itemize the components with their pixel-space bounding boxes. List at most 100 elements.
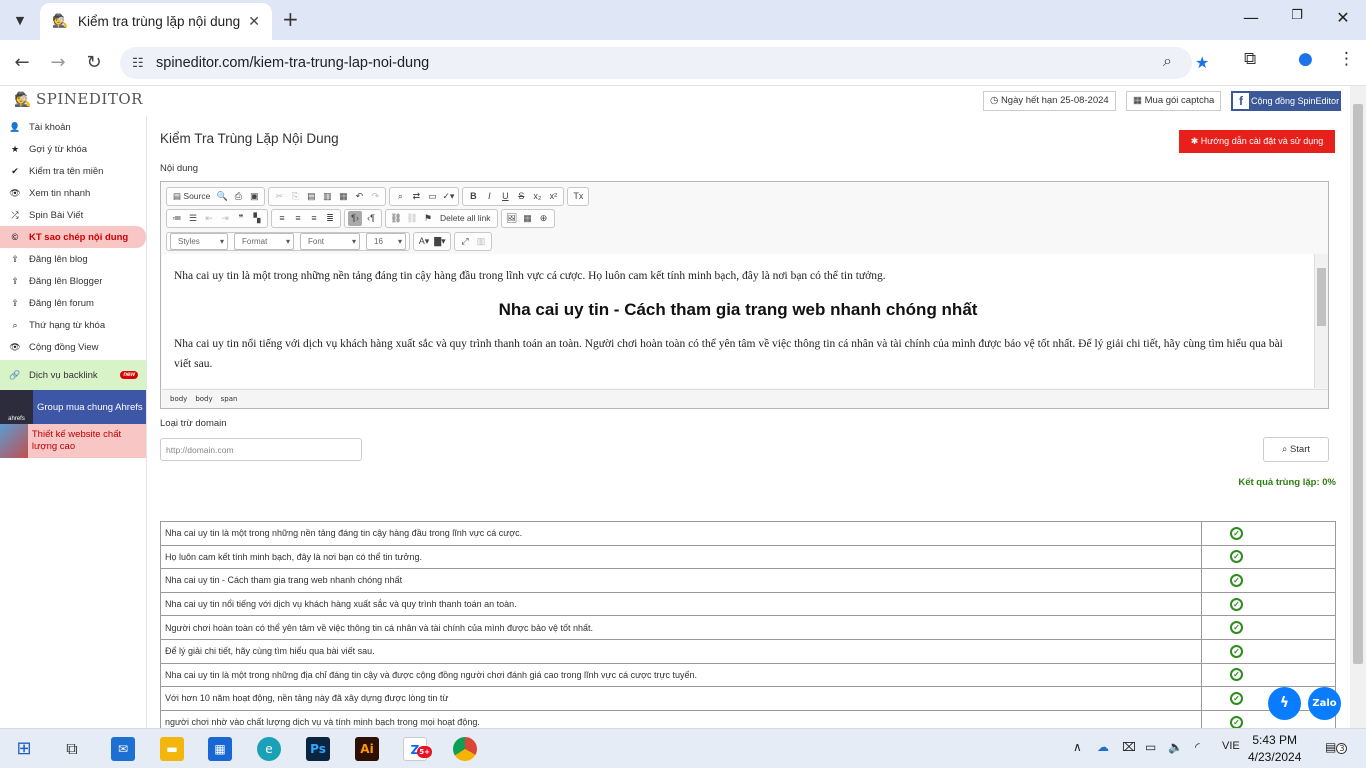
superscript-icon[interactable]: x²: [546, 189, 560, 204]
sidebar-item[interactable]: ⇪ Đăng lên forum: [0, 292, 146, 314]
spellcheck-icon[interactable]: ✓▾: [441, 189, 455, 204]
menu-icon[interactable]: ⋮: [1338, 49, 1355, 69]
table-icon[interactable]: ▦: [521, 211, 535, 226]
copy-icon[interactable]: ⎘: [288, 189, 302, 204]
sidebar-item[interactable]: 👁 Cộng đồng View: [0, 336, 146, 358]
device-icon[interactable]: ⌧: [1122, 740, 1136, 754]
redo-icon[interactable]: ↷: [368, 189, 382, 204]
browser-tab[interactable]: 🕵 Kiểm tra trùng lặp nội dung ✕: [40, 3, 272, 40]
url-field[interactable]: ☷ spineditor.com/kiem-tra-trung-lap-noi-…: [120, 47, 1209, 79]
image-icon[interactable]: 🖼: [505, 211, 519, 226]
italic-icon[interactable]: I: [482, 189, 496, 204]
wifi-icon[interactable]: ◜: [1195, 740, 1200, 754]
indent-icon[interactable]: ⇥: [218, 211, 232, 226]
undo-icon[interactable]: ↶: [352, 189, 366, 204]
sidebar-item[interactable]: 👤 Tài khoản: [0, 116, 146, 138]
preview-icon[interactable]: 🔍: [215, 189, 229, 204]
zalo-icon[interactable]: Zalo: [1308, 687, 1341, 720]
zoom-icon[interactable]: ⌕: [1163, 53, 1172, 71]
blockquote-icon[interactable]: ❞: [234, 211, 248, 226]
align-center-icon[interactable]: ≡: [291, 211, 305, 226]
globe-icon[interactable]: ⊕: [537, 211, 551, 226]
path-item[interactable]: body: [195, 395, 212, 403]
restore-icon[interactable]: ❐: [1282, 8, 1312, 23]
remove-format-icon[interactable]: Tx: [571, 189, 585, 204]
bold-icon[interactable]: B: [466, 189, 480, 204]
cut-icon[interactable]: ✂: [272, 189, 286, 204]
rtl-icon[interactable]: ‹¶: [364, 211, 378, 226]
sidebar-item[interactable]: ⇪ Đăng lên blog: [0, 248, 146, 270]
align-right-icon[interactable]: ≡: [307, 211, 321, 226]
bg-color-icon[interactable]: ▇▾: [433, 234, 447, 249]
photoshop-icon[interactable]: Ps: [306, 737, 330, 761]
editor-scrollbar[interactable]: [1314, 254, 1328, 388]
sidebar-item[interactable]: © KT sao chép nội dung: [0, 226, 146, 248]
sidebar-item[interactable]: ⇪ Đăng lên Blogger: [0, 270, 146, 292]
anchor-icon[interactable]: ⚑: [421, 211, 435, 226]
minimize-icon[interactable]: —: [1236, 8, 1266, 27]
justify-icon[interactable]: ≣: [323, 211, 337, 226]
forward-icon[interactable]: →: [45, 50, 71, 76]
sidebar-item[interactable]: ✔ Kiểm tra tên miền: [0, 160, 146, 182]
clock[interactable]: 5:43 PM 4/23/2024: [1248, 732, 1301, 766]
zalo-app-icon[interactable]: Z 5+: [403, 737, 432, 761]
path-item[interactable]: body: [170, 395, 187, 403]
align-left-icon[interactable]: ≡: [275, 211, 289, 226]
path-item[interactable]: span: [221, 395, 238, 403]
text-color-icon[interactable]: A▾: [417, 234, 431, 249]
sidebar-item[interactable]: ⌕ Thứ hạng từ khóa: [0, 314, 146, 336]
battery-icon[interactable]: ▭: [1145, 740, 1156, 754]
profile-icon[interactable]: ●: [1298, 49, 1313, 69]
domain-input[interactable]: http://domain.com: [160, 438, 362, 461]
volume-icon[interactable]: 🔈: [1168, 740, 1183, 754]
window-close-icon[interactable]: ✕: [1328, 8, 1358, 27]
start-button[interactable]: ⌕ Start: [1263, 437, 1329, 462]
paste-word-icon[interactable]: ▦: [336, 189, 350, 204]
editor-content-area[interactable]: Nha cai uy tin là một trong những nền tả…: [162, 254, 1314, 388]
task-view-icon[interactable]: ⧉: [60, 737, 84, 761]
templates-icon[interactable]: ▣: [247, 189, 261, 204]
site-settings-icon[interactable]: ☷: [132, 55, 144, 71]
font-select[interactable]: Font: [300, 232, 360, 250]
underline-icon[interactable]: U: [498, 189, 512, 204]
source-button[interactable]: ▤ Source: [170, 189, 213, 204]
page-scrollbar[interactable]: [1350, 86, 1366, 728]
language-indicator[interactable]: VIE: [1222, 740, 1240, 752]
strike-icon[interactable]: S: [514, 189, 528, 204]
mail-icon[interactable]: ✉: [111, 737, 135, 761]
print-icon[interactable]: ⎙: [231, 189, 245, 204]
sidebar-item-ahrefs[interactable]: ahrefs Group mua chung Ahrefs: [0, 390, 146, 424]
ltr-icon[interactable]: ¶›: [348, 210, 362, 226]
store-icon[interactable]: ▦: [208, 737, 232, 761]
sidebar-item-backlink[interactable]: 🔗 Dịch vụ backlink new: [0, 360, 146, 390]
buy-captcha-button[interactable]: ▦ Mua gói captcha: [1126, 91, 1222, 111]
chrome-icon[interactable]: [453, 737, 477, 761]
edge-icon[interactable]: e: [257, 737, 281, 761]
facebook-community-button[interactable]: f Cộng đồng SpinEditor: [1231, 91, 1341, 111]
sidebar-item[interactable]: 👁 Xem tin nhanh: [0, 182, 146, 204]
size-select[interactable]: 16: [366, 232, 406, 250]
extensions-icon[interactable]: ⧉: [1244, 49, 1256, 69]
reload-icon[interactable]: ↻: [81, 50, 107, 76]
replace-icon[interactable]: ⇄: [409, 189, 423, 204]
back-icon[interactable]: ←: [9, 50, 35, 76]
tab-close-icon[interactable]: ✕: [248, 14, 260, 30]
sidebar-item-website-design[interactable]: Thiết kế website chất lượng cao: [0, 424, 146, 458]
styles-select[interactable]: Styles: [170, 232, 228, 250]
messenger-icon[interactable]: ϟ: [1268, 687, 1301, 720]
notification-icon[interactable]: ▤ 3: [1325, 740, 1348, 754]
select-all-icon[interactable]: ▭: [425, 189, 439, 204]
new-tab-icon[interactable]: +: [282, 8, 299, 30]
format-select[interactable]: Format: [234, 232, 294, 250]
sidebar-item[interactable]: ★ Gợi ý từ khóa: [0, 138, 146, 160]
paste-text-icon[interactable]: ▥: [320, 189, 334, 204]
tray-chevron-icon[interactable]: ∧: [1073, 740, 1082, 754]
unlink-icon[interactable]: ⛓: [405, 211, 419, 226]
find-icon[interactable]: ⌕: [393, 189, 407, 204]
tab-list-chevron-icon[interactable]: ▼: [6, 6, 34, 34]
onedrive-icon[interactable]: ☁: [1097, 740, 1109, 754]
delete-all-link-button[interactable]: Delete all link: [437, 211, 494, 226]
div-icon[interactable]: ▚: [250, 211, 264, 226]
file-explorer-icon[interactable]: ▬: [160, 737, 184, 761]
subscript-icon[interactable]: x₂: [530, 189, 544, 204]
